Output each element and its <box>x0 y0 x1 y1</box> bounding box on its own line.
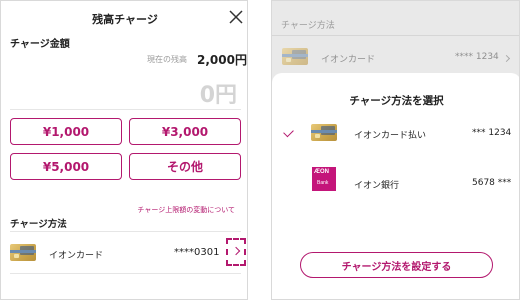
check-icon <box>283 126 294 138</box>
current-balance-label: 現在の残高 <box>147 55 187 64</box>
amount-1000-button[interactable]: ¥1,000 <box>10 118 122 145</box>
amount-3000-button[interactable]: ¥3,000 <box>129 118 241 145</box>
card-number: ****0301 <box>174 247 220 258</box>
divider <box>272 35 519 36</box>
limit-change-link[interactable]: チャージ上限額の変動について <box>137 205 235 215</box>
option-aeon-bank-number[interactable]: 5678 *** <box>472 178 511 188</box>
background-card-name: イオンカード <box>321 55 376 65</box>
amount-5000-button[interactable]: ¥5,000 <box>10 153 122 180</box>
divider <box>10 273 241 274</box>
charge-screen: 残高チャージ チャージ金額 現在の残高 2,000円 0円 ¥1,000 ¥3,… <box>0 0 248 300</box>
background-method-label: チャージ方法 <box>281 21 335 31</box>
amount-input[interactable]: 0円 <box>200 77 237 109</box>
chevron-right-icon <box>231 246 241 256</box>
aeon-card-icon[interactable] <box>311 124 337 141</box>
chevron-right-icon <box>502 54 511 63</box>
option-aeon-bank[interactable]: イオン銀行 <box>354 178 399 191</box>
page-title: 残高チャージ <box>92 13 158 26</box>
charge-method-label: チャージ方法 <box>10 219 67 230</box>
aeon-bank-logo-icon[interactable]: ÆON Bank <box>312 167 336 191</box>
current-balance-value: 2,000円 <box>197 53 247 67</box>
option-aeon-card-number[interactable]: *** 1234 <box>472 128 511 138</box>
bottom-sheet: チャージ方法を選択 イオンカード払い *** 1234 ÆON Bank イオン… <box>272 73 519 299</box>
amount-other-button[interactable]: その他 <box>129 153 241 180</box>
divider <box>10 109 241 110</box>
background-card-number: **** 1234 <box>455 52 499 62</box>
header: 残高チャージ <box>1 1 247 35</box>
charge-amount-label: チャージ金額 <box>10 39 70 50</box>
set-method-button[interactable]: チャージ方法を設定する <box>300 252 493 278</box>
divider <box>10 231 241 232</box>
change-method-button[interactable] <box>226 238 246 266</box>
aeon-card-icon <box>10 244 36 261</box>
aeon-card-icon <box>282 48 308 65</box>
option-aeon-card[interactable]: イオンカード払い <box>354 128 426 141</box>
card-name: イオンカード <box>49 251 104 261</box>
sheet-title: チャージ方法を選択 <box>349 95 444 107</box>
close-icon[interactable] <box>229 10 243 24</box>
method-select-screen: チャージ方法 イオンカード **** 1234 チャージ方法を選択 イオンカード… <box>271 0 520 300</box>
